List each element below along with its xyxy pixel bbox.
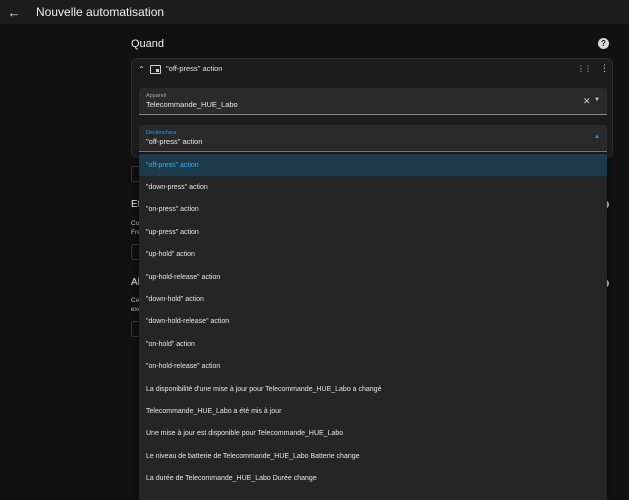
- trigger-dropdown-list: "off-press" action "down-press" action "on…: [139, 154, 607, 500]
- dropdown-option[interactable]: "on-hold" action: [139, 333, 607, 355]
- trigger-field-label: Déclencheur: [146, 130, 177, 136]
- dropdown-option[interactable]: Telecommande_HUE_Labo a été mis à jour: [139, 400, 607, 422]
- dropdown-option[interactable]: "on-press" action: [139, 199, 607, 221]
- device-field-label: Appareil: [146, 93, 167, 99]
- dropdown-option[interactable]: "down-hold-release" action: [139, 311, 607, 333]
- dropdown-option[interactable]: "down-press" action: [139, 176, 607, 198]
- trigger-field-value: "off-press" action: [146, 137, 203, 146]
- drag-handle-icon[interactable]: ⋮⋮: [577, 64, 592, 73]
- device-icon: [150, 65, 161, 74]
- dropdown-option[interactable]: "up-press" action: [139, 221, 607, 243]
- dropdown-option[interactable]: La durée de Telecommande_HUE_Labo Durée …: [139, 468, 607, 490]
- caret-up-icon[interactable]: ▲: [594, 134, 600, 140]
- dropdown-option[interactable]: "off-press" action: [139, 154, 607, 177]
- device-field-value: Telecommande_HUE_Labo: [146, 100, 238, 109]
- help-circle-icon[interactable]: ?: [598, 38, 609, 49]
- dropdown-option[interactable]: "up-hold" action: [139, 244, 607, 266]
- caret-down-icon[interactable]: ▼: [594, 97, 600, 103]
- back-arrow-icon[interactable]: ←: [0, 0, 28, 24]
- app-bar: ← Nouvelle automatisation: [0, 0, 629, 24]
- dots-vertical-icon[interactable]: ⋮: [600, 63, 609, 74]
- trigger-field[interactable]: Déclencheur "off-press" action ▲: [139, 125, 607, 152]
- close-icon[interactable]: ✕: [583, 96, 591, 107]
- section-title-quand: Quand: [131, 38, 165, 50]
- device-field[interactable]: Appareil Telecommande_HUE_Labo ✕ ▼: [139, 88, 607, 115]
- dropdown-option[interactable]: "on-hold-release" action: [139, 356, 607, 378]
- chevron-up-icon[interactable]: ⌃: [138, 65, 145, 74]
- dropdown-option[interactable]: Le niveau de batterie de Telecommande_HU…: [139, 445, 607, 467]
- dropdown-option[interactable]: La disponibilité d'une mise à jour pour …: [139, 378, 607, 400]
- page-title: Nouvelle automatisation: [36, 5, 165, 19]
- dropdown-option[interactable]: "up-hold-release" action: [139, 266, 607, 288]
- dropdown-option[interactable]: Une mise à jour est disponible pour Tele…: [139, 423, 607, 445]
- dropdown-option[interactable]: "down-hold" action: [139, 288, 607, 310]
- trigger-card-title: "off-press" action: [166, 64, 223, 73]
- trigger-card-header[interactable]: ⌃ "off-press" action ⋮⋮ ⋮: [132, 59, 612, 81]
